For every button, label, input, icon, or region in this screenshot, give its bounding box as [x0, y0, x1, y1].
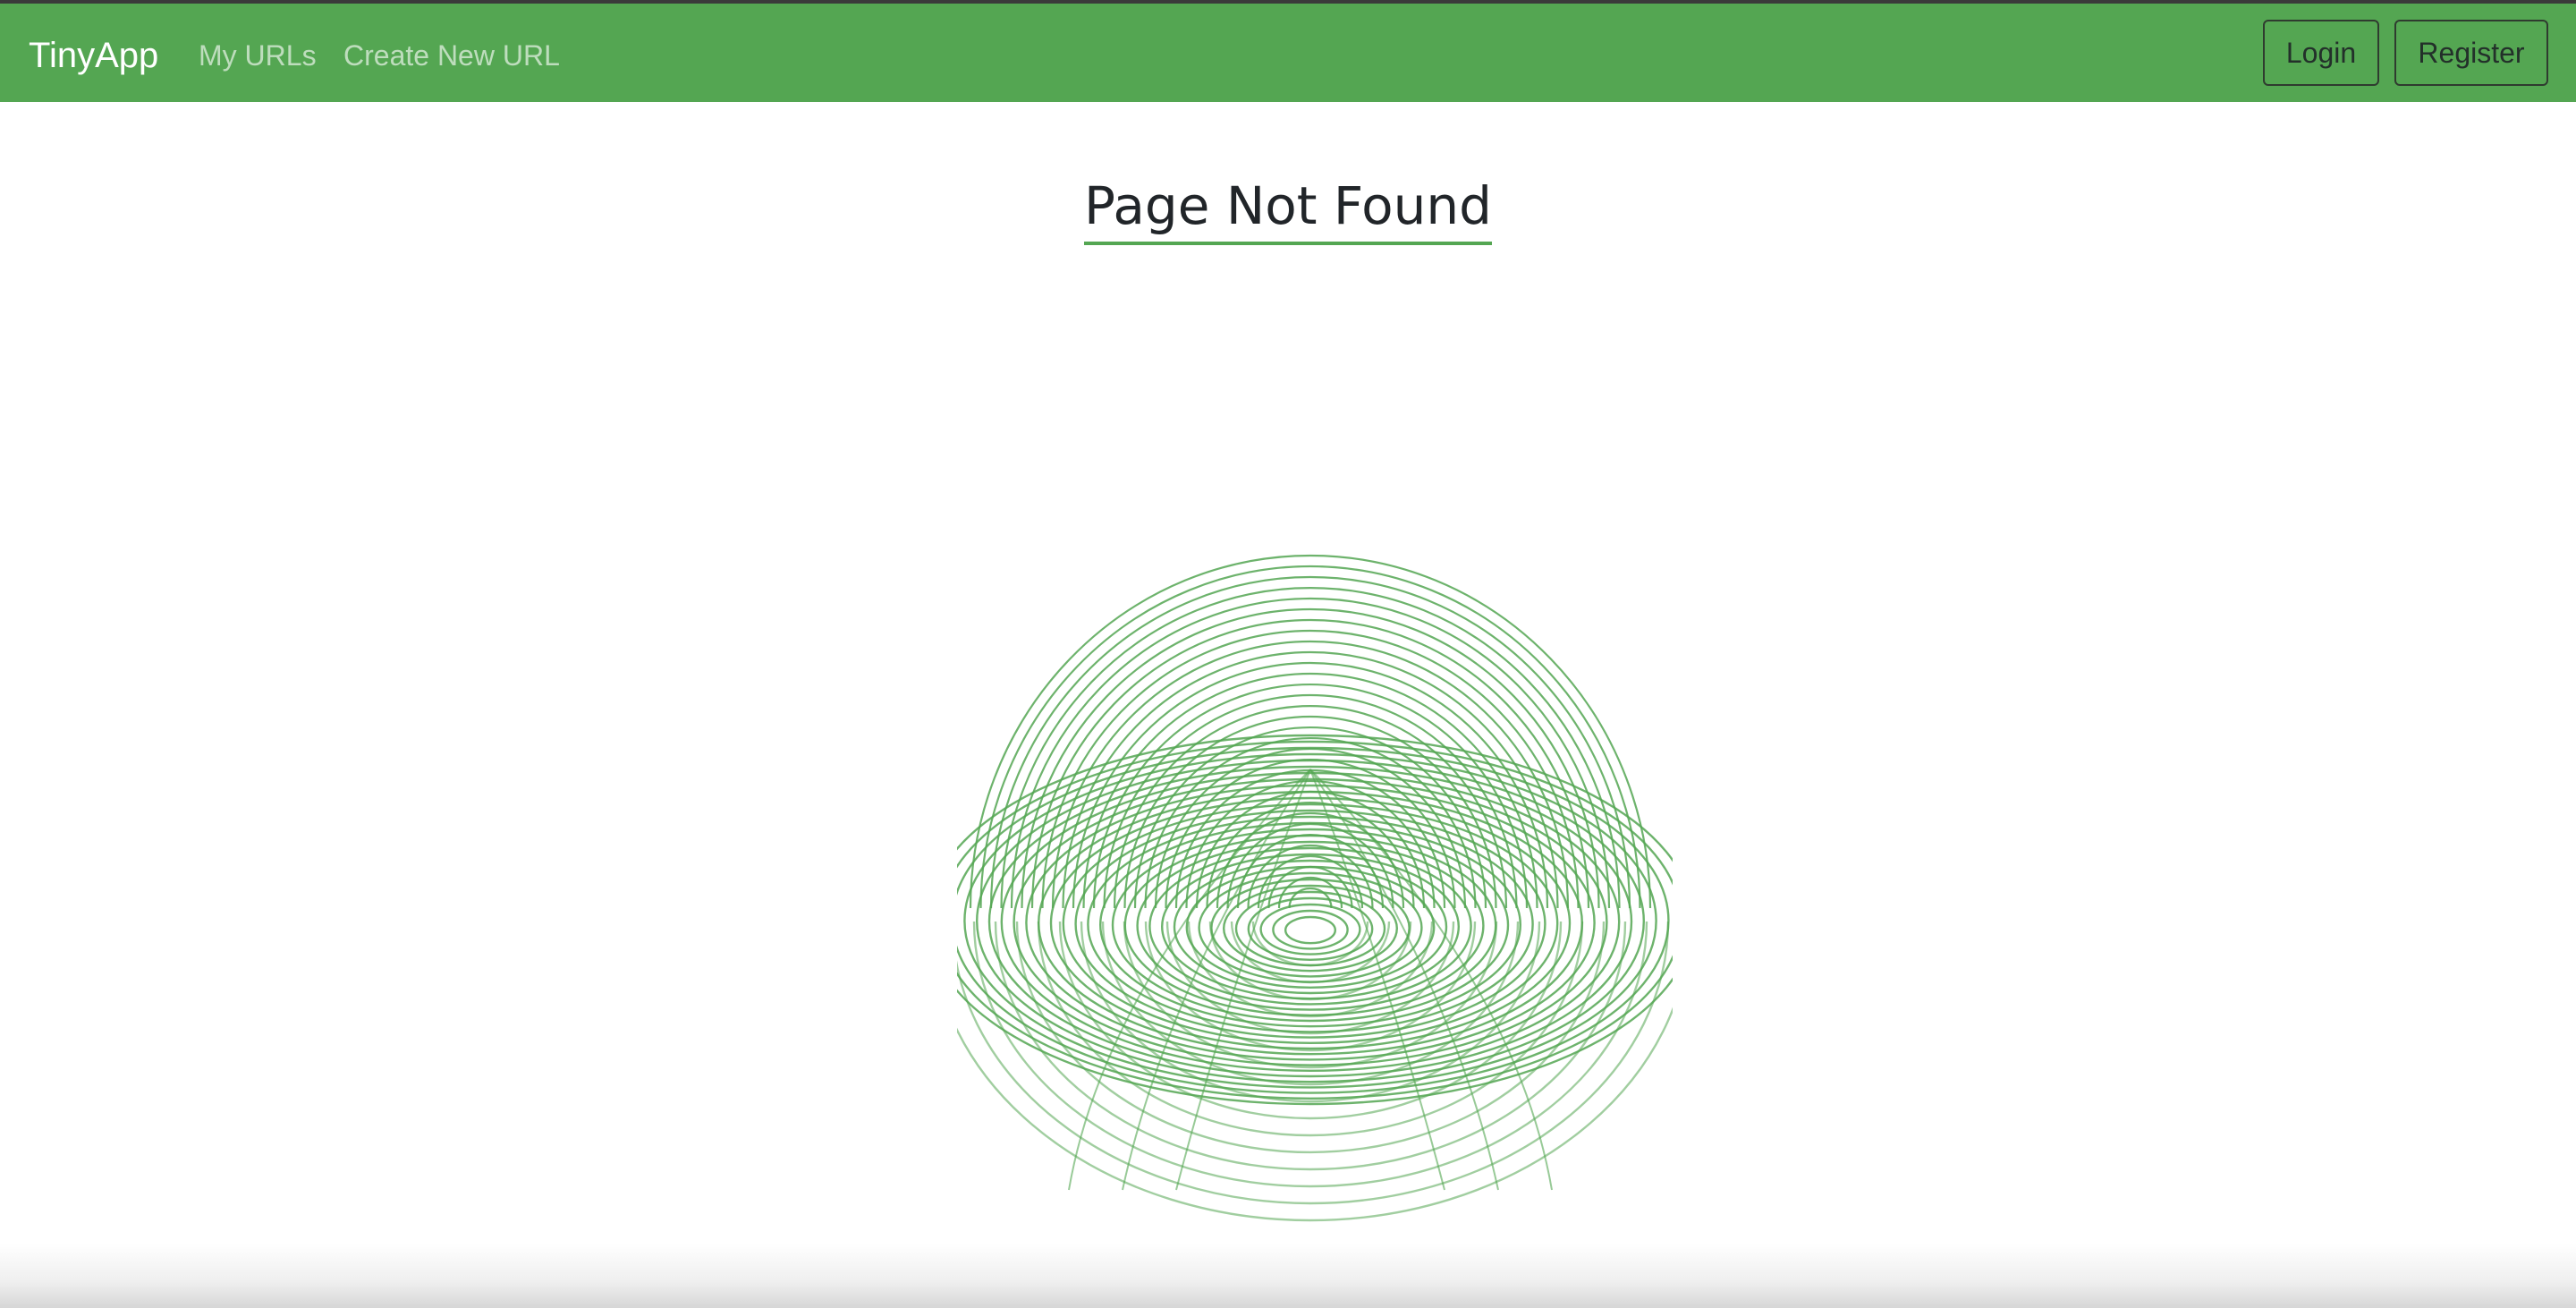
lower-disc-rings: [957, 734, 1673, 1222]
page-title: Page Not Found: [1083, 170, 1492, 245]
bottom-shadow: [0, 1244, 2576, 1308]
nav-my-urls-link[interactable]: My URLs: [199, 38, 317, 73]
brand-link[interactable]: TinyApp: [29, 34, 158, 77]
login-button[interactable]: Login: [2263, 20, 2379, 86]
page-title-container: Page Not Found: [0, 170, 2576, 245]
disc-ring: [1025, 784, 1596, 1061]
register-button[interactable]: Register: [2394, 20, 2548, 86]
disc-ring: [1259, 903, 1361, 956]
nav-create-new-url-link[interactable]: Create New URL: [343, 38, 560, 73]
green-sphere-rings-icon: [957, 554, 1673, 1222]
dome-ring: [1051, 640, 1570, 909]
disc-ring: [1284, 915, 1337, 945]
disc-ring: [1148, 846, 1472, 1006]
disc-ring: [1210, 878, 1411, 978]
app-window: TinyApp My URLs Create New URL Login Reg…: [0, 0, 2576, 1308]
navbar: TinyApp My URLs Create New URL Login Reg…: [0, 4, 2576, 102]
cross-lines: [1068, 769, 1553, 1191]
